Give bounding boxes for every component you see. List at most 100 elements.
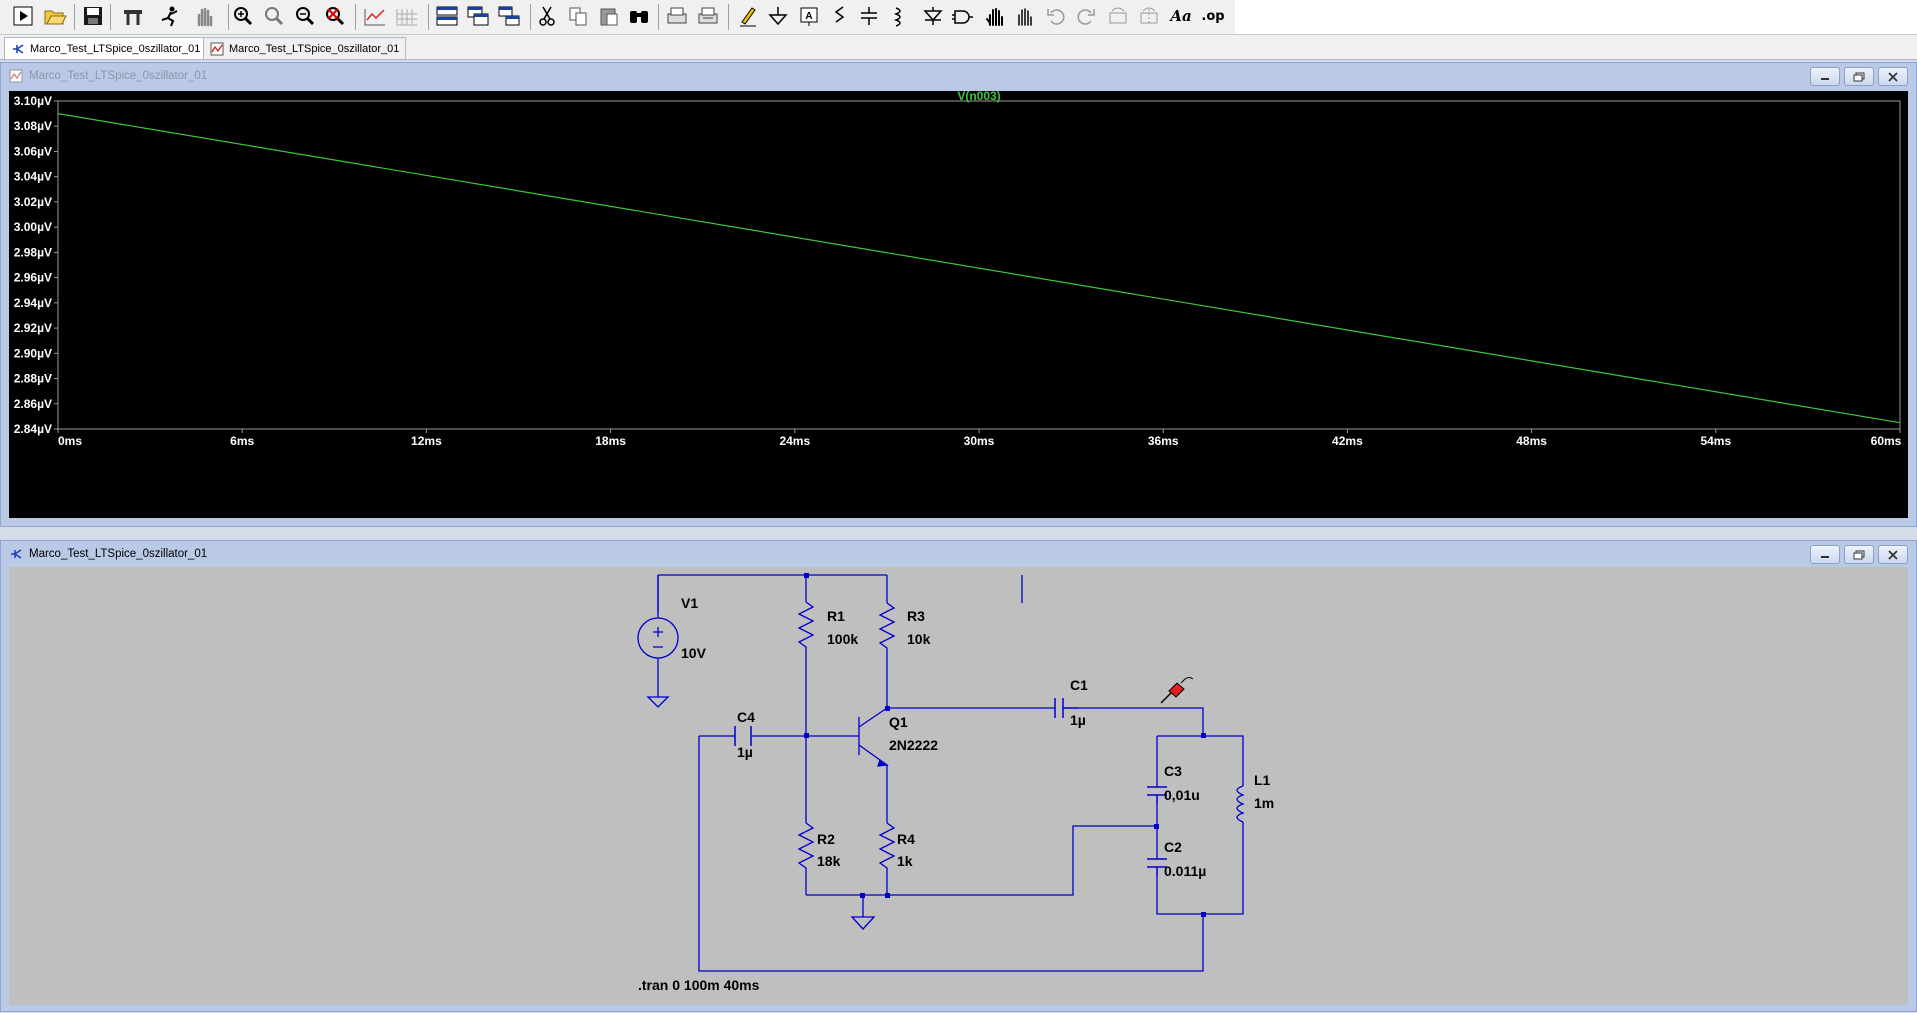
zoom-in-icon[interactable] — [230, 3, 256, 29]
ground-icon[interactable] — [765, 3, 791, 29]
zoom-area-icon[interactable] — [261, 3, 287, 29]
inductor-icon[interactable] — [886, 3, 912, 29]
capacitor-c4[interactable] — [734, 726, 752, 746]
spice-directive[interactable]: .tran 0 100m 40ms — [638, 977, 760, 993]
pan-icon[interactable] — [191, 3, 217, 29]
waveform-window-title: Marco_Test_LTSpice_0szillator_01 — [29, 70, 208, 82]
voltage-source-v1[interactable] — [637, 575, 679, 663]
x-tick-label: 42ms — [1332, 434, 1363, 448]
l1-name: L1 — [1254, 772, 1271, 788]
paste-icon[interactable] — [596, 3, 622, 29]
label-net-icon[interactable]: A — [796, 3, 822, 29]
cut-icon[interactable] — [534, 3, 560, 29]
zoom-fit-icon[interactable] — [322, 3, 348, 29]
tile-vertical-icon[interactable] — [496, 3, 522, 29]
schematic-canvas[interactable]: V1 10V R1 100k R3 10k C4 1µ Q1 2N2222 C1… — [9, 567, 1908, 1005]
y-tick-label: 2.88µV — [14, 372, 52, 386]
r2-name: R2 — [817, 831, 835, 847]
spice-directive-icon[interactable]: .op — [1200, 3, 1226, 29]
y-tick-label: 2.94µV — [14, 296, 52, 310]
waveform-icon — [210, 42, 224, 55]
x-tick-label: 24ms — [779, 434, 810, 448]
text-icon[interactable]: Aa — [1168, 3, 1194, 29]
spice-directive-label: .op — [1201, 8, 1225, 24]
x-tick-label: 12ms — [411, 434, 442, 448]
x-tick-label: 6ms — [230, 434, 254, 448]
v1-name: V1 — [681, 595, 698, 611]
inductor-l1[interactable] — [1236, 785, 1245, 823]
schematic-drawing[interactable]: V1 10V R1 100k R3 10k C4 1µ Q1 2N2222 C1… — [9, 567, 1908, 1007]
x-tick-label: 18ms — [595, 434, 626, 448]
find-icon[interactable] — [626, 3, 652, 29]
autorange-icon[interactable] — [362, 3, 388, 29]
minimize-button[interactable] — [1810, 545, 1840, 564]
grid-icon[interactable] — [394, 3, 420, 29]
schematic-window: Marco_Test_LTSpice_0szillator_01 V1 10V … — [0, 540, 1917, 1012]
move-icon[interactable] — [982, 3, 1008, 29]
mirror-icon[interactable] — [1136, 3, 1162, 29]
r4-value: 1k — [897, 853, 913, 869]
diode-icon[interactable] — [920, 3, 946, 29]
v1-value: 10V — [681, 645, 707, 661]
q1-name: Q1 — [889, 714, 908, 730]
waveform-window-titlebar[interactable]: Marco_Test_LTSpice_0szillator_01 — [1, 63, 1916, 89]
resistor-r4[interactable] — [878, 822, 896, 875]
y-tick-label: 3.08µV — [14, 119, 52, 133]
l1-value: 1m — [1254, 795, 1274, 811]
main-toolbar: A Aa .op — [0, 0, 1236, 35]
undo-icon[interactable] — [1043, 3, 1069, 29]
schematic-icon — [11, 549, 22, 559]
r1-value: 100k — [827, 631, 858, 647]
minimize-icon — [1821, 77, 1829, 80]
transistor-q1[interactable] — [854, 707, 889, 767]
y-tick-label: 2.86µV — [14, 397, 52, 411]
tab-waveform[interactable]: Marco_Test_LTSpice_0szillator_01 — [203, 37, 407, 59]
component-icon[interactable] — [950, 3, 976, 29]
capacitor-icon[interactable] — [856, 3, 882, 29]
run-icon[interactable] — [10, 3, 36, 29]
close-button[interactable] — [1878, 67, 1908, 86]
waveform-window-controls — [1810, 67, 1908, 86]
text-icon-label: Aa — [1170, 7, 1192, 25]
resistor-icon[interactable] — [826, 3, 852, 29]
tile-horizontal-icon[interactable] — [434, 3, 460, 29]
restore-button[interactable] — [1844, 67, 1874, 86]
c2-name: C2 — [1164, 839, 1182, 855]
resistor-r2[interactable] — [797, 822, 815, 875]
schematic-window-titlebar[interactable]: Marco_Test_LTSpice_0szillator_01 — [1, 541, 1916, 567]
svg-text:A: A — [805, 11, 812, 22]
copy-icon[interactable] — [565, 3, 591, 29]
schematic-window-title: Marco_Test_LTSpice_0szillator_01 — [29, 548, 208, 560]
close-button[interactable] — [1878, 545, 1908, 564]
plot-frame — [57, 100, 1901, 430]
draw-wire-icon[interactable] — [735, 3, 761, 29]
redo-icon[interactable] — [1073, 3, 1099, 29]
drag-icon[interactable] — [1012, 3, 1038, 29]
open-icon[interactable] — [42, 3, 68, 29]
r1-name: R1 — [827, 608, 845, 624]
control-panel-icon[interactable] — [120, 3, 146, 29]
zoom-out-icon[interactable] — [292, 3, 318, 29]
wire-collector[interactable] — [886, 652, 1204, 734]
rotate-icon[interactable] — [1105, 3, 1131, 29]
wire-bottom-ground[interactable] — [806, 825, 1156, 896]
wire-c4[interactable] — [698, 735, 1204, 972]
restore-button[interactable] — [1844, 545, 1874, 564]
y-tick-label: 2.96µV — [14, 271, 52, 285]
resistor-r3[interactable] — [878, 602, 896, 652]
voltage-probe-icon[interactable] — [1160, 677, 1194, 704]
tab-waveform-label: Marco_Test_LTSpice_0szillator_01 — [229, 42, 400, 55]
halt-icon[interactable] — [157, 3, 183, 29]
waveform-chart[interactable]: V(n003) 3.10µV 3.08µV 3.06µV 3.04µV 3.02µV 3.0… — [9, 89, 1908, 518]
y-tick-label: 2.98µV — [14, 245, 52, 259]
restore-icon — [1853, 550, 1865, 559]
tab-schematic[interactable]: Marco_Test_LTSpice_0szillator_01 — [4, 37, 208, 59]
y-tick-label: 3.02µV — [14, 195, 52, 209]
minimize-button[interactable] — [1810, 67, 1840, 86]
waveform-plot[interactable]: V(n003) 3.10µV 3.08µV 3.06µV 3.04µV 3.02µV 3.0… — [9, 89, 1908, 518]
save-icon[interactable] — [80, 3, 106, 29]
print-icon[interactable] — [695, 3, 721, 29]
print-preview-icon[interactable] — [664, 3, 690, 29]
resistor-r1[interactable] — [797, 601, 815, 652]
cascade-icon[interactable] — [465, 3, 491, 29]
